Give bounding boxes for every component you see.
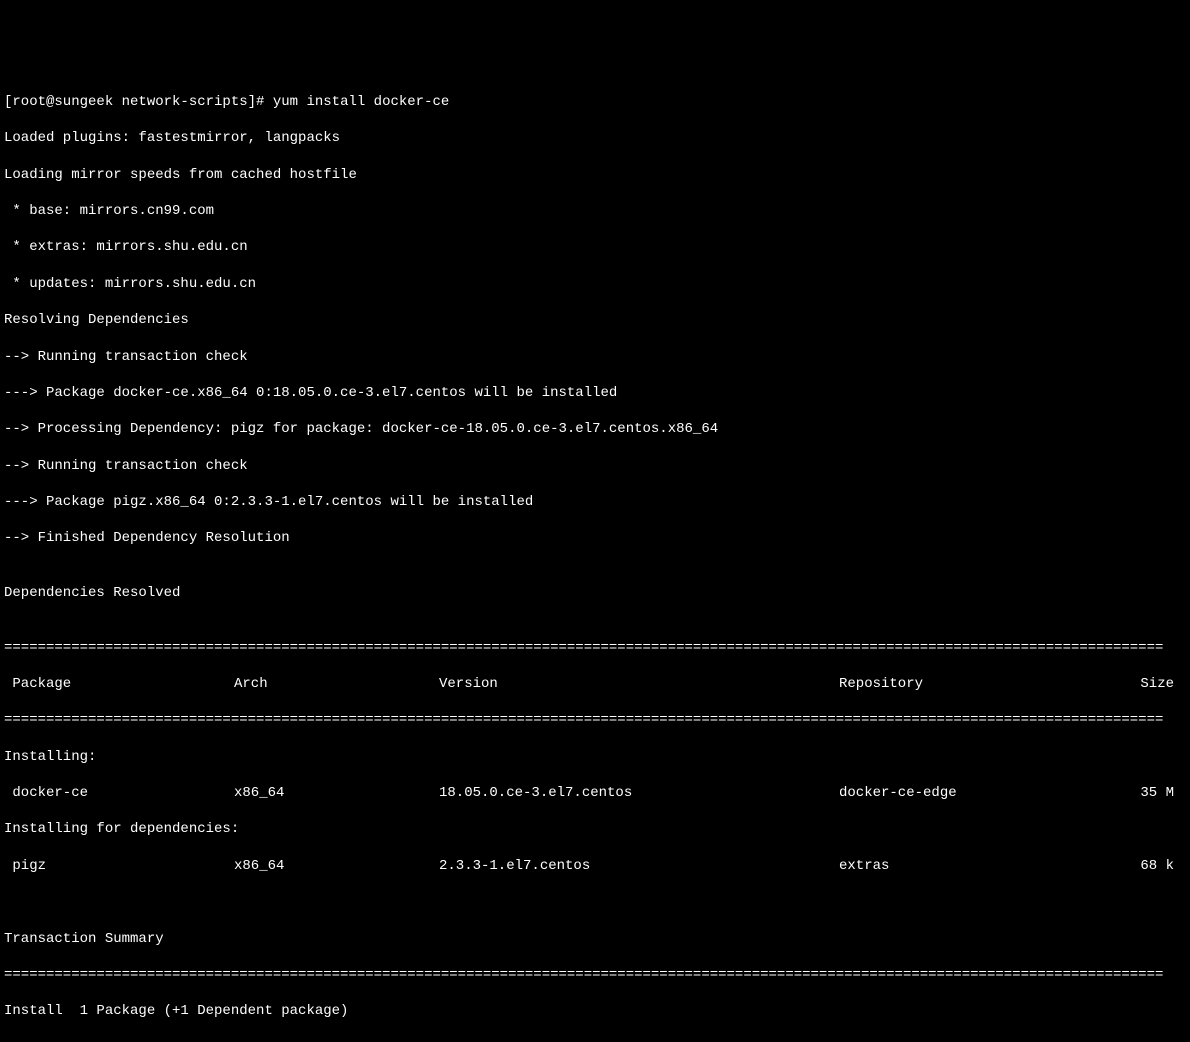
output-line: Loading mirror speeds from cached hostfi…: [4, 166, 1186, 184]
header-arch: Arch: [234, 675, 439, 693]
output-line: * updates: mirrors.shu.edu.cn: [4, 275, 1186, 293]
command-text: yum install docker-ce: [273, 94, 449, 110]
output-line: ---> Package pigz.x86_64 0:2.3.3-1.el7.c…: [4, 493, 1186, 511]
header-version: Version: [439, 675, 839, 693]
table-row: docker-cex86_6418.05.0.ce-3.el7.centosdo…: [4, 784, 1186, 802]
terminal-output: [root@sungeek network-scripts]# yum inst…: [4, 75, 1186, 1039]
divider-line: ========================================…: [4, 639, 1186, 657]
header-repository: Repository: [839, 675, 1104, 693]
cell-package: pigz: [4, 857, 234, 875]
output-line: --> Running transaction check: [4, 348, 1186, 366]
blank-line: [4, 893, 1186, 911]
cell-package: docker-ce: [4, 784, 234, 802]
cell-repository: docker-ce-edge: [839, 784, 1104, 802]
divider-line: ========================================…: [4, 711, 1186, 729]
cell-size: 35 M: [1104, 784, 1174, 802]
divider-line: ========================================…: [4, 966, 1186, 984]
output-line: * extras: mirrors.shu.edu.cn: [4, 238, 1186, 256]
output-line: --> Finished Dependency Resolution: [4, 529, 1186, 547]
header-package: Package: [4, 675, 234, 693]
cell-version: 2.3.3-1.el7.centos: [439, 857, 839, 875]
prompt-line: [root@sungeek network-scripts]# yum inst…: [4, 93, 1186, 111]
output-line: --> Running transaction check: [4, 457, 1186, 475]
shell-prompt: [root@sungeek network-scripts]#: [4, 94, 264, 110]
cell-arch: x86_64: [234, 784, 439, 802]
cell-size: 68 k: [1104, 857, 1174, 875]
output-line: * base: mirrors.cn99.com: [4, 202, 1186, 220]
section-deps-label: Installing for dependencies:: [4, 820, 1186, 838]
cell-version: 18.05.0.ce-3.el7.centos: [439, 784, 839, 802]
transaction-summary-title: Transaction Summary: [4, 930, 1186, 948]
section-installing-label: Installing:: [4, 748, 1186, 766]
cell-repository: extras: [839, 857, 1104, 875]
output-line: Loaded plugins: fastestmirror, langpacks: [4, 129, 1186, 147]
output-line: Dependencies Resolved: [4, 584, 1186, 602]
cell-arch: x86_64: [234, 857, 439, 875]
output-line: Resolving Dependencies: [4, 311, 1186, 329]
header-size: Size: [1104, 675, 1174, 693]
table-row: pigzx86_642.3.3-1.el7.centosextras68 k: [4, 857, 1186, 875]
output-line: --> Processing Dependency: pigz for pack…: [4, 420, 1186, 438]
output-line: ---> Package docker-ce.x86_64 0:18.05.0.…: [4, 384, 1186, 402]
install-summary-line: Install 1 Package (+1 Dependent package): [4, 1002, 1186, 1020]
table-header-row: PackageArchVersionRepositorySize: [4, 675, 1186, 693]
